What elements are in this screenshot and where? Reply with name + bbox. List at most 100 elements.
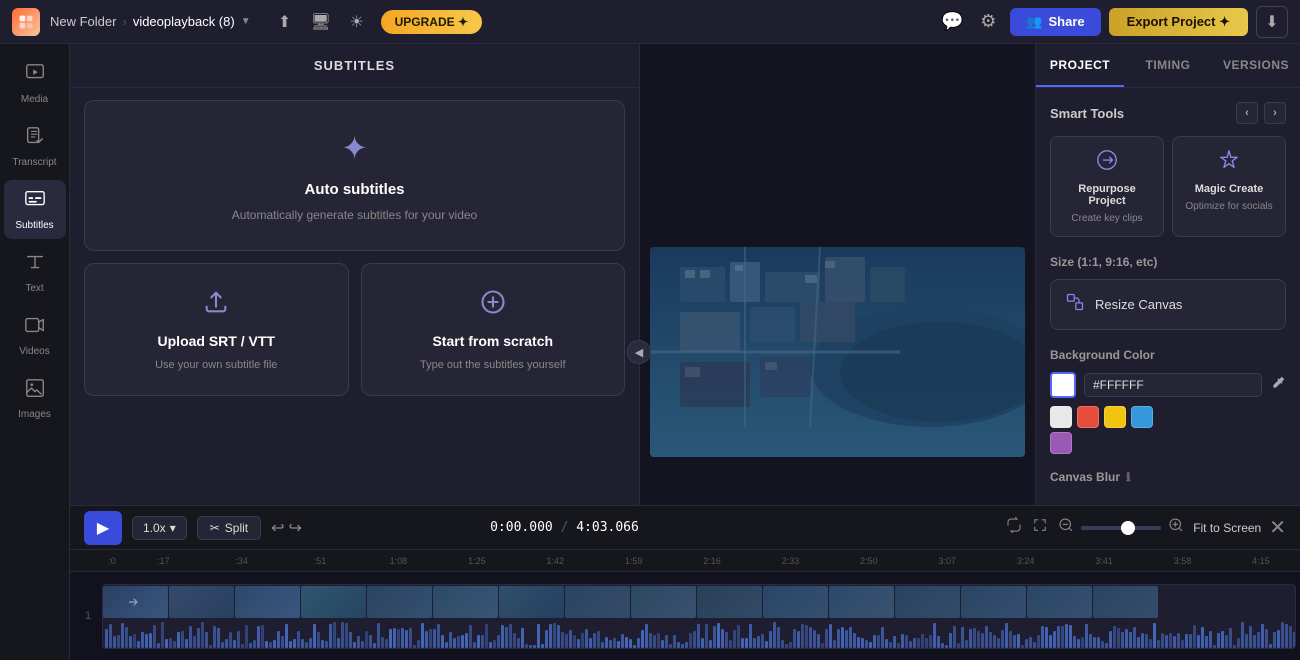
collapse-panel-button[interactable]: ◀ <box>627 340 651 364</box>
magic-create-card[interactable]: Magic Create Optimize for socials <box>1172 136 1286 237</box>
sidebar-item-subtitles[interactable]: Subtitles <box>4 180 66 239</box>
subtitles-options: ✦ Auto subtitles Automatically generate … <box>70 88 639 408</box>
nav-next-button[interactable]: › <box>1264 102 1286 124</box>
speed-chevron: ▾ <box>170 521 176 535</box>
close-timeline-button[interactable]: ✕ <box>1269 515 1286 540</box>
ruler-mark: 1:25 <box>438 556 516 566</box>
magic-desc: Optimize for socials <box>1185 201 1272 212</box>
color-swatch-white[interactable] <box>1050 372 1076 398</box>
zoom-in-button[interactable] <box>1167 516 1185 539</box>
project-dropdown-icon[interactable]: ▼ <box>241 16 251 27</box>
sidebar-item-videos[interactable]: Videos <box>4 306 66 365</box>
play-button[interactable]: ▶ <box>84 511 122 545</box>
text-label: Text <box>25 283 43 294</box>
repurpose-desc: Create key clips <box>1071 213 1142 224</box>
ruler-mark: 1:42 <box>516 556 594 566</box>
canvas-blur-header: Canvas Blur ℹ <box>1050 470 1286 484</box>
canvas-blur-section: Canvas Blur ℹ <box>1050 470 1286 484</box>
thumb-segment <box>169 586 234 618</box>
color-preset-yellow[interactable] <box>1104 406 1126 428</box>
bg-color-label: Background Color <box>1050 348 1286 362</box>
subtitles-title: SUBTITLES <box>314 58 395 73</box>
settings-button[interactable]: ⚙ <box>974 8 1002 36</box>
zoom-slider[interactable] <box>1081 526 1161 530</box>
track-thumbnails <box>103 586 1295 618</box>
size-label: Size (1:1, 9:16, etc) <box>1050 255 1157 269</box>
thumb-segment <box>763 586 828 618</box>
thumb-segment <box>1093 586 1158 618</box>
brightness-icon-btn[interactable]: ☀ <box>343 8 371 36</box>
bg-color-section: Background Color #FFFFFF <box>1050 348 1286 454</box>
eyedropper-button[interactable] <box>1270 375 1286 396</box>
thumb-segment <box>103 586 168 618</box>
speed-value: 1.0x <box>143 521 166 535</box>
tab-versions[interactable]: VERSIONS <box>1212 44 1300 87</box>
zoom-out-button[interactable] <box>1057 516 1075 539</box>
sidebar-item-text[interactable]: Text <box>4 243 66 302</box>
split-button[interactable]: ✂ Split <box>197 516 261 540</box>
track-content[interactable] <box>102 584 1296 649</box>
sidebar-item-media[interactable]: Media <box>4 54 66 113</box>
thumb-segment <box>895 586 960 618</box>
color-preset-red[interactable] <box>1077 406 1099 428</box>
fit-to-screen-button[interactable]: Fit to Screen <box>1193 521 1261 535</box>
ruler-mark: 2:16 <box>673 556 751 566</box>
sidebar-item-images[interactable]: Images <box>4 369 66 428</box>
time-separator: / <box>561 520 569 535</box>
ruler-mark: 2:50 <box>830 556 908 566</box>
tab-project[interactable]: PROJECT <box>1036 44 1124 87</box>
project-name[interactable]: videoplayback (8) <box>133 14 235 29</box>
thumb-segment <box>499 586 564 618</box>
sidebar-item-transcript[interactable]: Transcript <box>4 117 66 176</box>
scratch-desc: Type out the subtitles yourself <box>420 359 566 371</box>
thumb-segment <box>1027 586 1092 618</box>
subtitles-header: SUBTITLES <box>70 44 639 88</box>
loop-button[interactable] <box>1005 516 1023 539</box>
color-hex-input[interactable]: #FFFFFF <box>1084 373 1262 397</box>
tab-versions-label: VERSIONS <box>1223 58 1289 72</box>
color-preset-purple[interactable] <box>1050 432 1072 454</box>
subtitles-icon <box>24 188 46 216</box>
sparkle-icon: ✦ <box>341 129 368 167</box>
images-label: Images <box>18 409 51 420</box>
comment-button[interactable]: 💬 <box>938 8 966 36</box>
undo-redo-group: ↩ ↪ <box>271 518 302 538</box>
color-preset-blue[interactable] <box>1131 406 1153 428</box>
play-icon: ▶ <box>97 518 109 538</box>
folder-name[interactable]: New Folder <box>50 14 116 29</box>
speed-button[interactable]: 1.0x ▾ <box>132 516 187 540</box>
thumb-segment <box>367 586 432 618</box>
total-time: 4:03.066 <box>576 520 639 535</box>
canvas-blur-label: Canvas Blur <box>1050 470 1120 484</box>
share-icon-btn[interactable]: ⬆ <box>271 8 299 36</box>
upload-icon <box>202 288 230 323</box>
transcript-label: Transcript <box>12 157 56 168</box>
split-icon: ✂ <box>210 521 220 535</box>
desktop-icon-btn[interactable]: 🖥 <box>307 8 335 36</box>
waveform <box>103 618 1295 648</box>
upload-srt-card[interactable]: Upload SRT / VTT Use your own subtitle f… <box>84 263 349 396</box>
info-icon: ℹ <box>1126 470 1131 484</box>
redo-button[interactable]: ↪ <box>289 518 302 538</box>
download-button[interactable]: ⬇ <box>1256 6 1288 38</box>
color-preset-white[interactable] <box>1050 406 1072 428</box>
export-button[interactable]: Export Project ✦ <box>1109 8 1248 36</box>
repurpose-project-card[interactable]: Repurpose Project Create key clips <box>1050 136 1164 237</box>
tab-timing[interactable]: TIMING <box>1124 44 1212 87</box>
undo-button[interactable]: ↩ <box>271 518 284 538</box>
left-sidebar: Media Transcript Subtitles Text Videos <box>0 44 70 660</box>
auto-subtitles-card[interactable]: ✦ Auto subtitles Automatically generate … <box>84 100 625 251</box>
nav-prev-button[interactable]: ‹ <box>1236 102 1258 124</box>
smart-tools-label: Smart Tools <box>1050 106 1124 121</box>
upgrade-button[interactable]: UPGRADE ✦ <box>381 10 482 34</box>
share-button[interactable]: 👥 Share <box>1010 8 1100 36</box>
ruler-mark: 3:07 <box>908 556 986 566</box>
resize-canvas-button[interactable]: Resize Canvas <box>1050 279 1286 330</box>
fit-screen-label: Fit to Screen <box>1193 521 1261 535</box>
resize-icon <box>1065 292 1085 317</box>
start-from-scratch-card[interactable]: Start from scratch Type out the subtitle… <box>361 263 626 396</box>
breadcrumb-separator: › <box>122 14 126 29</box>
thumb-segment <box>697 586 762 618</box>
upload-srt-desc: Use your own subtitle file <box>155 359 277 371</box>
fit-to-frame-button[interactable] <box>1031 516 1049 539</box>
